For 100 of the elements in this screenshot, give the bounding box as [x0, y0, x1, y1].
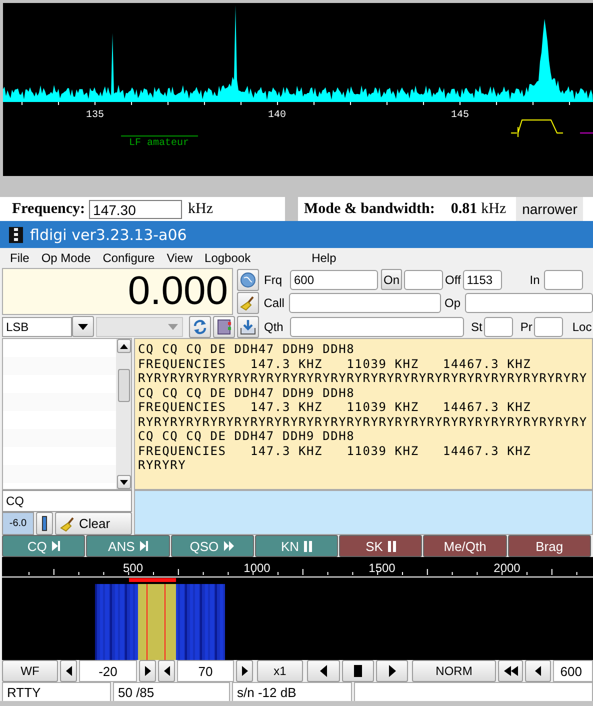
- broom-icon: [60, 516, 76, 532]
- frq-label: Frq: [264, 272, 283, 286]
- scrollbar[interactable]: [116, 339, 131, 489]
- on-button[interactable]: On: [381, 269, 402, 290]
- locator-label: Loc: [572, 320, 592, 334]
- left-arrow-icon: [320, 665, 327, 677]
- receive-text-line: FREQUENCIES 147.3 KHZ 11039 KHZ 14467.3 KHZ: [138, 444, 532, 458]
- logbook-button[interactable]: [213, 316, 235, 338]
- menu-item[interactable]: Op Mode: [35, 251, 97, 265]
- rst-in-field[interactable]: [544, 270, 583, 290]
- scroll-up-button[interactable]: [116, 339, 130, 353]
- status-field: RTTY: [2, 682, 111, 701]
- menu-item[interactable]: View: [160, 251, 199, 265]
- increase-button[interactable]: [236, 660, 253, 682]
- state-field[interactable]: [484, 316, 514, 336]
- skip-end-icon: [140, 541, 148, 551]
- clear-log-button[interactable]: [237, 292, 259, 314]
- axis-label: 145: [451, 110, 469, 121]
- rewind-button[interactable]: [498, 660, 523, 682]
- bandwidth-value: 0.81: [450, 200, 478, 218]
- province-field[interactable]: [534, 316, 564, 336]
- left-arrow-icon: [535, 666, 541, 676]
- mode-dropdown-button[interactable]: [72, 316, 94, 337]
- decrease-button[interactable]: [525, 660, 551, 682]
- receive-text-line: CQ CQ CQ DE DDH47 DDH9 DDH8: [138, 386, 356, 400]
- scroll-left-button[interactable]: [307, 660, 340, 682]
- state-label: St: [471, 320, 482, 334]
- caret-icon: [168, 324, 178, 330]
- left-arrow-icon: [66, 666, 72, 676]
- axis-label: 135: [86, 110, 104, 121]
- stop-button[interactable]: [342, 660, 374, 682]
- right-arrow-icon: [144, 666, 150, 676]
- menu-item[interactable]: File: [4, 251, 36, 265]
- macro-button[interactable]: ANS: [86, 535, 170, 557]
- caret-up-icon: [120, 344, 128, 348]
- receive-text-line: CQ CQ CQ DE DDH47 DDH9 DDH8: [138, 342, 356, 356]
- macro-button[interactable]: Me/Qth: [423, 535, 507, 557]
- operator-field[interactable]: [464, 292, 593, 312]
- frequency-field[interactable]: 147.30: [89, 200, 182, 218]
- scale-label: 1000: [244, 561, 270, 575]
- audio-frequency-field[interactable]: 600: [553, 660, 593, 682]
- search-field[interactable]: CQ: [2, 490, 132, 512]
- app-icon: [9, 226, 23, 242]
- frq-field[interactable]: 600: [290, 270, 378, 290]
- receive-text-line: FREQUENCIES 147.3 KHZ 11039 KHZ 14467.3 KHZ: [138, 400, 532, 414]
- decrease-button[interactable]: [158, 660, 175, 682]
- province-label: Pr: [520, 320, 532, 334]
- time-off-field[interactable]: 1153: [462, 270, 502, 290]
- pause-icon: [304, 540, 312, 552]
- caret-icon: [120, 480, 128, 484]
- status-field: 50 /85: [113, 682, 230, 701]
- squelch-value: -6.0: [2, 512, 34, 535]
- squelch-toggle[interactable]: [36, 512, 53, 535]
- skip-end-icon: [52, 541, 60, 551]
- in-label: In: [530, 272, 540, 286]
- frequency-display: 0.000: [2, 268, 233, 315]
- macro-button[interactable]: QSO: [170, 535, 254, 557]
- fast-forward-icon: [224, 541, 235, 551]
- book-icon: [216, 318, 232, 334]
- time-on-field[interactable]: [404, 270, 443, 290]
- menu-item[interactable]: Logbook: [198, 251, 257, 265]
- scale-label: 500: [122, 561, 144, 575]
- globe-button[interactable]: [237, 268, 259, 290]
- pause-icon: [388, 540, 396, 552]
- zoom-button[interactable]: x1: [257, 660, 303, 682]
- macro-button[interactable]: CQ: [2, 535, 86, 557]
- min-value-field[interactable]: -20: [79, 660, 137, 682]
- frequency-label: Frequency:: [12, 200, 86, 218]
- caret-icon: [78, 324, 88, 330]
- qth-field[interactable]: [290, 316, 464, 336]
- scroll-right-button[interactable]: [376, 660, 408, 682]
- carrier-marker: [580, 132, 593, 134]
- decrease-button[interactable]: [60, 660, 77, 682]
- right-arrow-icon: [242, 666, 248, 676]
- globe-icon: [240, 272, 256, 288]
- receive-text-line: RYRYRYRYRYRYRYRYRYRYRYRYRYRYRYRYRYRYRYRYRYRYRYRYRYRYRYRY: [138, 371, 588, 386]
- range-value-field[interactable]: 70: [177, 660, 234, 682]
- scroll-down-button[interactable]: [116, 475, 130, 489]
- speed-button[interactable]: NORM: [412, 660, 496, 682]
- band-label: LF amateur: [129, 138, 189, 149]
- call-field[interactable]: [289, 292, 441, 312]
- refresh-button[interactable]: [189, 316, 211, 338]
- macro-button[interactable]: KN: [254, 535, 338, 557]
- refresh-icon: [192, 318, 208, 334]
- mode-field[interactable]: LSB: [2, 316, 72, 336]
- wf-button[interactable]: WF: [2, 660, 58, 682]
- clear-button[interactable]: Clear: [55, 512, 132, 535]
- macro-button[interactable]: Brag: [508, 535, 591, 557]
- broom-icon: [240, 294, 256, 310]
- menu-item[interactable]: Configure: [96, 251, 161, 265]
- narrower-button[interactable]: narrower: [516, 197, 584, 221]
- increase-button[interactable]: [139, 660, 156, 682]
- scrollbar-thumb[interactable]: [118, 368, 130, 402]
- passband-marker: [510, 120, 564, 138]
- import-button[interactable]: [237, 316, 259, 338]
- rewind-icon: [504, 666, 518, 676]
- menu-item[interactable]: Help: [306, 251, 342, 265]
- op-label: Op: [444, 296, 461, 310]
- macro-button[interactable]: SK: [339, 535, 422, 557]
- toggle-bar-icon: [42, 516, 47, 531]
